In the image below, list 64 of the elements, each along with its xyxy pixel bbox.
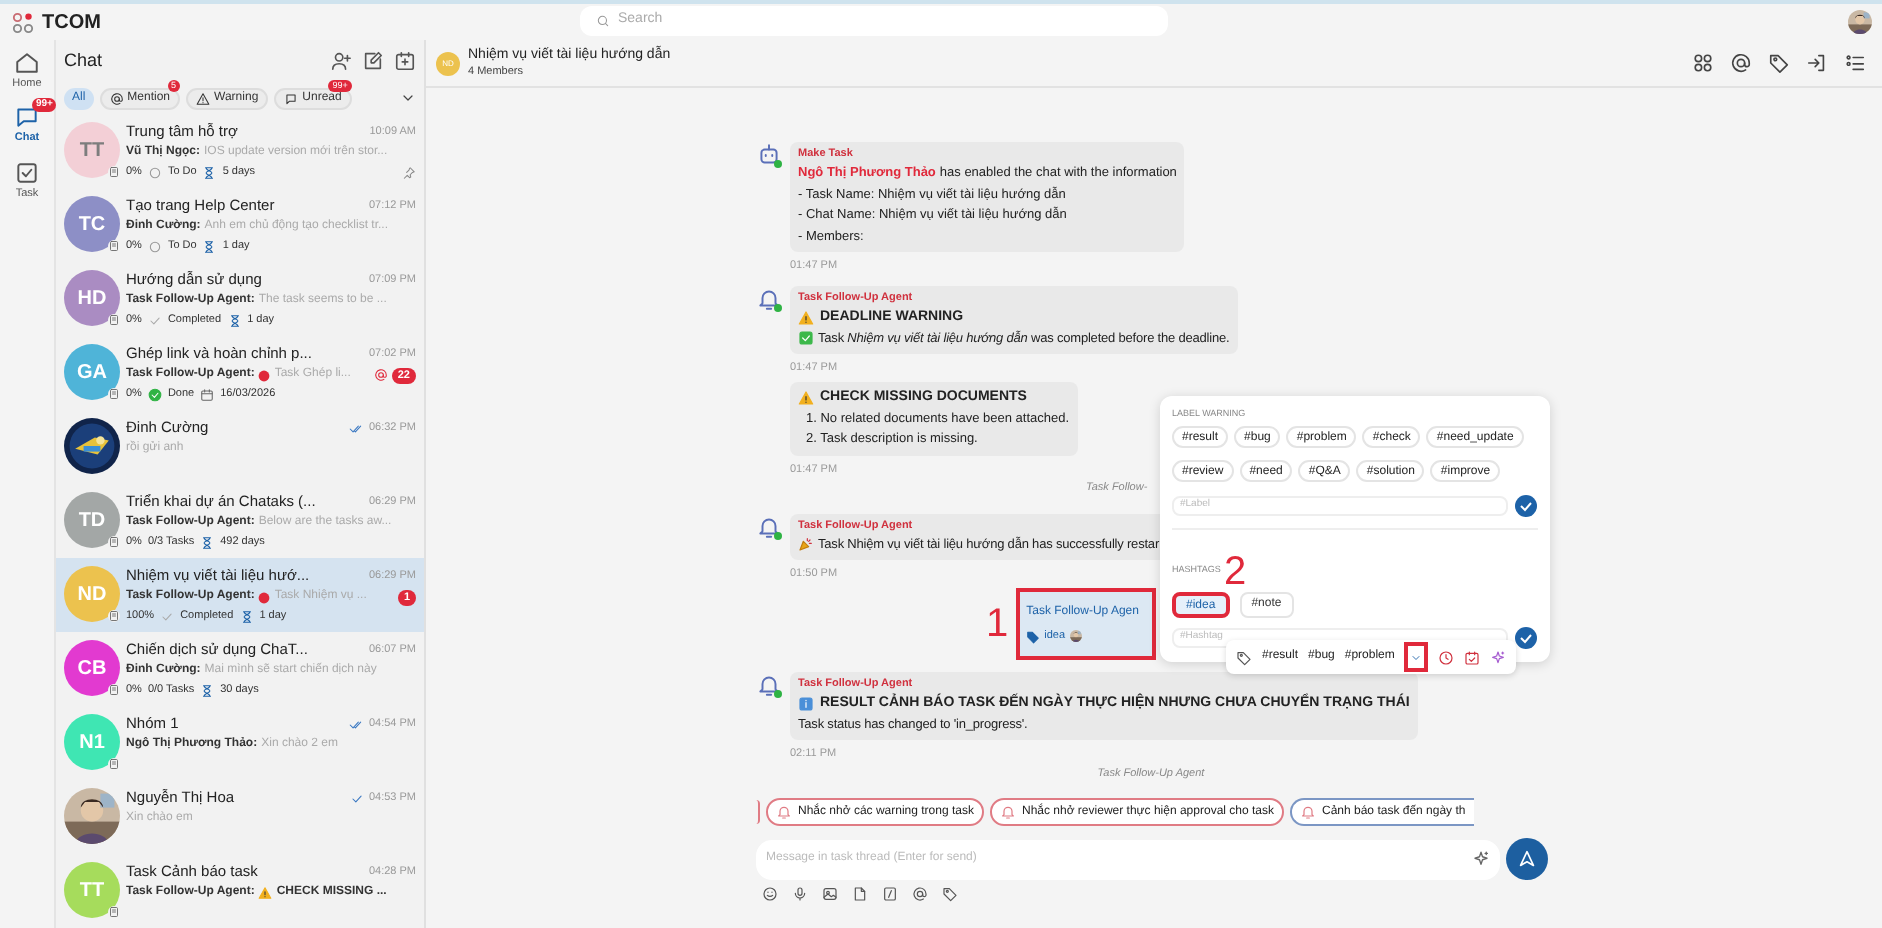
bell-icon: [776, 804, 792, 820]
at-icon[interactable]: [1730, 52, 1752, 74]
panel-title: Chat: [64, 47, 103, 74]
bell-icon: [756, 672, 782, 698]
avatar: TC: [64, 196, 120, 252]
tag-icon[interactable]: [1236, 649, 1252, 665]
logo-icon: [12, 11, 34, 33]
tag-icon: [1026, 629, 1041, 643]
avatar: TT: [64, 122, 120, 178]
send-button[interactable]: [1506, 838, 1548, 880]
confirm-button[interactable]: [1514, 494, 1538, 518]
app-name: TCOM: [42, 9, 101, 37]
avatar: HD: [64, 270, 120, 326]
bell-icon: [756, 513, 782, 539]
tag-icon[interactable]: [942, 886, 958, 902]
tag-icon[interactable]: [1768, 52, 1790, 74]
bell-icon: [999, 804, 1016, 820]
emoji-icon[interactable]: [762, 886, 778, 902]
avatar: TD: [64, 492, 120, 548]
bell-icon: [1300, 804, 1316, 820]
image-icon[interactable]: [822, 886, 838, 902]
avatar: ND: [64, 566, 120, 622]
slash-command-icon[interactable]: [882, 886, 898, 902]
send-icon: [1516, 848, 1538, 870]
clock-icon[interactable]: [1438, 649, 1455, 665]
annotation-number: 1: [986, 604, 1009, 644]
warning-icon: [196, 91, 211, 106]
sparkle-icon[interactable]: [1472, 850, 1490, 868]
document-icon: [108, 536, 120, 548]
apps-icon[interactable]: [1692, 52, 1714, 74]
add-user-icon[interactable]: [330, 50, 352, 73]
file-icon[interactable]: [852, 886, 868, 902]
avatar: TT: [64, 862, 120, 918]
microphone-icon[interactable]: [792, 886, 808, 902]
avatar: GA: [64, 344, 120, 400]
robot-icon: [756, 142, 782, 168]
sign-in-icon[interactable]: [1806, 52, 1828, 74]
annotation-number: 2: [1224, 552, 1247, 592]
document-icon: [108, 758, 120, 770]
home-icon: [13, 50, 40, 76]
edit-icon[interactable]: [362, 50, 384, 73]
document-icon: [108, 166, 120, 178]
expand-button[interactable]: [1404, 642, 1429, 672]
document-icon: [108, 610, 120, 622]
document-icon: [108, 684, 120, 696]
list-icon[interactable]: [1844, 52, 1866, 74]
chat-icon: [14, 104, 40, 131]
calendar-add-icon[interactable]: [394, 50, 416, 73]
confirm-button[interactable]: [1514, 626, 1538, 650]
at-icon: [109, 91, 124, 106]
at-icon[interactable]: [912, 886, 928, 902]
search-icon: [596, 14, 610, 28]
document-icon: [108, 906, 120, 918]
document-icon: [108, 314, 120, 326]
task-icon: [14, 159, 40, 185]
avatar: CB: [64, 640, 120, 696]
calendar-check-icon[interactable]: [1464, 649, 1481, 665]
document-icon: [108, 388, 120, 400]
bell-icon: [756, 286, 782, 312]
document-icon: [108, 240, 120, 252]
sparkle-icon[interactable]: [1490, 649, 1507, 665]
chevron-down-icon: [1410, 651, 1423, 663]
avatar: N1: [64, 714, 120, 770]
chat-bubble-icon: [284, 91, 299, 106]
